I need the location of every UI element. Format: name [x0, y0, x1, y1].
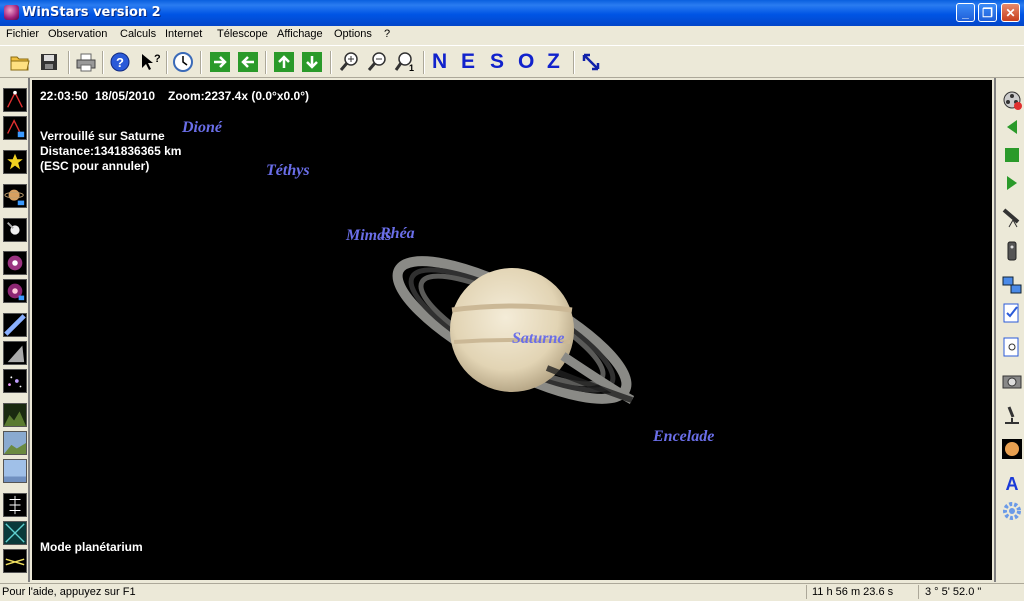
search-document-icon[interactable]	[1001, 336, 1023, 358]
moon-label-encelade[interactable]: Encelade	[653, 428, 714, 446]
equatorial-grid-icon[interactable]	[3, 521, 27, 545]
rewind-icon[interactable]	[1001, 116, 1023, 138]
status-right-ascension: 11 h 56 m 23.6 s	[812, 586, 894, 598]
arrow-up-icon[interactable]	[273, 51, 295, 73]
milky-way-icon[interactable]	[3, 313, 27, 337]
print-icon[interactable]	[75, 51, 97, 73]
toolbar-separator	[423, 51, 425, 74]
svg-text:1: 1	[409, 63, 414, 73]
direction-west-button[interactable]: O	[518, 50, 534, 74]
status-help-text: Pour l'aide, appuyez sur F1	[2, 586, 136, 598]
planet-label-saturne[interactable]: Saturne	[512, 330, 564, 348]
app-icon[interactable]	[4, 5, 19, 20]
right-toolbar: A	[994, 78, 1024, 582]
direction-north-button[interactable]: N	[432, 50, 447, 74]
toolbar-separator	[68, 51, 70, 74]
direction-south-button[interactable]: S	[490, 50, 504, 74]
status-divider	[806, 585, 807, 599]
hud-time: 22:03:50	[40, 89, 89, 103]
network-icon[interactable]	[1001, 274, 1023, 296]
menu-observation[interactable]: Observation	[48, 28, 107, 40]
arrow-left-icon[interactable]	[237, 51, 259, 73]
constellation-lines-icon[interactable]	[3, 88, 27, 112]
moon-label-dione[interactable]: Dioné	[182, 119, 222, 137]
stars-icon[interactable]	[3, 150, 27, 174]
toolbar-separator	[330, 51, 332, 74]
zoom-in-icon[interactable]	[338, 51, 360, 73]
nebula-icon[interactable]	[3, 251, 27, 275]
minimize-button[interactable]: _	[956, 3, 975, 22]
fullscreen-icon[interactable]	[580, 51, 602, 73]
close-button[interactable]: ✕	[1001, 3, 1020, 22]
checklist-icon[interactable]	[1001, 302, 1023, 324]
hud-distance: Distance:1341836365 km	[40, 144, 182, 158]
zoom-reset-icon[interactable]: 1	[394, 51, 416, 73]
zodiacal-light-icon[interactable]	[3, 341, 27, 365]
landscape-icon[interactable]	[3, 403, 27, 427]
svg-text:?: ?	[116, 55, 124, 70]
menu-fichier[interactable]: Fichier	[6, 28, 39, 40]
window-title: WinStars version 2	[22, 5, 161, 20]
camera-icon[interactable]	[1001, 370, 1023, 392]
galaxy-icon[interactable]	[3, 279, 27, 303]
menu-telescope[interactable]: Télescope	[217, 28, 268, 40]
moon-label-tethys[interactable]: Téthys	[266, 162, 310, 180]
ecliptic-icon[interactable]	[3, 549, 27, 573]
toolbar-separator	[265, 51, 267, 74]
maximize-button[interactable]: ❐	[978, 3, 997, 22]
toolbar-separator	[573, 51, 575, 74]
arrow-down-icon[interactable]	[301, 51, 323, 73]
left-toolbar	[0, 78, 30, 582]
hud-zoom: Zoom:2237.4x (0.0°x0.0°)	[168, 89, 309, 103]
planets-icon[interactable]	[3, 184, 27, 208]
menu-calculs[interactable]: Calculs	[120, 28, 156, 40]
menu-bar: Fichier Observation Calculs Internet Tél…	[0, 26, 1024, 45]
hud-date: 18/05/2010	[95, 89, 156, 103]
direction-zenith-button[interactable]: Z	[547, 50, 560, 74]
help-icon[interactable]: ?	[109, 51, 131, 73]
grid-icon[interactable]	[3, 493, 27, 517]
toolbar: ? ? 1 N E S O Z	[0, 45, 1024, 78]
menu-internet[interactable]: Internet	[165, 28, 202, 40]
sky-view[interactable]: 22:03:50 18/05/2010 Zoom:2237.4x (0.0°x0…	[32, 80, 992, 580]
constellation-names-icon[interactable]	[3, 116, 27, 140]
sun-image-icon[interactable]	[1001, 438, 1023, 460]
remote-icon[interactable]	[1001, 240, 1023, 262]
atmosphere-icon[interactable]	[3, 459, 27, 483]
hud-mode: Mode planétarium	[40, 540, 143, 554]
toolbar-separator	[166, 51, 168, 74]
settings-gear-icon[interactable]	[1001, 500, 1023, 522]
play-icon[interactable]	[1001, 172, 1023, 194]
horizon-icon[interactable]	[3, 431, 27, 455]
zoom-out-icon[interactable]	[366, 51, 388, 73]
svg-text:?: ?	[154, 53, 160, 65]
font-icon[interactable]: A	[1001, 472, 1023, 494]
hud-lock: Verrouillé sur Saturne	[40, 129, 165, 143]
film-reel-icon[interactable]	[1001, 89, 1023, 111]
status-divider	[918, 585, 919, 599]
menu-options[interactable]: Options	[334, 28, 372, 40]
direction-east-button[interactable]: E	[461, 50, 475, 74]
status-bar: Pour l'aide, appuyez sur F1 11 h 56 m 23…	[0, 583, 1024, 601]
menu-help[interactable]: ?	[384, 28, 390, 40]
title-bar[interactable]: WinStars version 2 _ ❐ ✕	[0, 0, 1024, 26]
arrow-right-icon[interactable]	[209, 51, 231, 73]
toolbar-separator	[102, 51, 104, 74]
moon-label-rhea[interactable]: Rhéa	[380, 225, 415, 243]
save-icon[interactable]	[38, 51, 60, 73]
deep-sky-icon[interactable]	[3, 369, 27, 393]
toolbar-separator	[200, 51, 202, 74]
context-help-icon[interactable]: ?	[138, 51, 160, 73]
comets-icon[interactable]	[3, 218, 27, 242]
hud-esc-hint: (ESC pour annuler)	[40, 159, 150, 173]
menu-affichage[interactable]: Affichage	[277, 28, 323, 40]
microscope-icon[interactable]	[1001, 404, 1023, 426]
stop-icon[interactable]	[1001, 144, 1023, 166]
clock-icon[interactable]	[172, 51, 194, 73]
svg-text:A: A	[1006, 474, 1019, 494]
open-folder-icon[interactable]	[9, 51, 31, 73]
telescope-icon[interactable]	[1001, 206, 1023, 228]
status-declination: 3 ° 5' 52.0 "	[925, 586, 982, 598]
